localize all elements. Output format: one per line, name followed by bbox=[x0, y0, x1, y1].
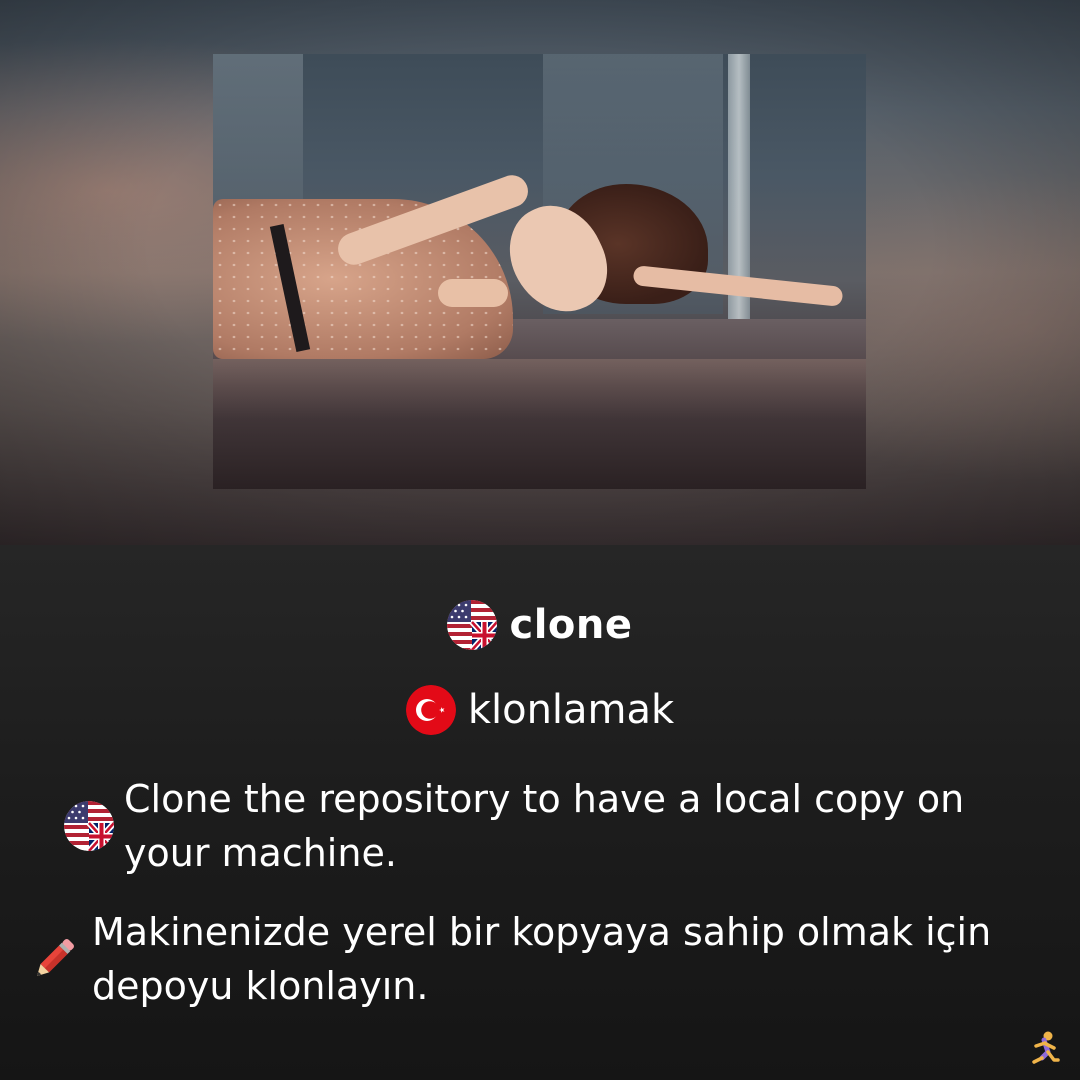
us-uk-flag-icon bbox=[447, 600, 498, 650]
photo-hand bbox=[438, 279, 508, 307]
term-english-row: clone bbox=[0, 600, 1080, 650]
us-uk-flag-icon bbox=[64, 801, 114, 851]
main-photo bbox=[213, 54, 866, 489]
example-english-sentence: Clone the repository to have a local cop… bbox=[124, 777, 965, 875]
example-english-row: Clone the repository to have a local cop… bbox=[64, 772, 1044, 880]
example-turkish-sentence: Makinenizde yerel bir kopyaya sahip olma… bbox=[92, 910, 992, 1008]
photo-floor-reflection bbox=[213, 359, 866, 419]
term-english-word: clone bbox=[509, 602, 633, 648]
term-turkish-row: klonlamak bbox=[0, 685, 1080, 735]
example-turkish-row: Makinenizde yerel bir kopyaya sahip olma… bbox=[28, 905, 1058, 1013]
hero-background bbox=[0, 0, 1080, 545]
turkey-flag-icon bbox=[405, 685, 456, 735]
runner-icon bbox=[1024, 1030, 1064, 1070]
term-turkish-word: klonlamak bbox=[467, 687, 675, 733]
pencil-icon bbox=[28, 933, 80, 985]
